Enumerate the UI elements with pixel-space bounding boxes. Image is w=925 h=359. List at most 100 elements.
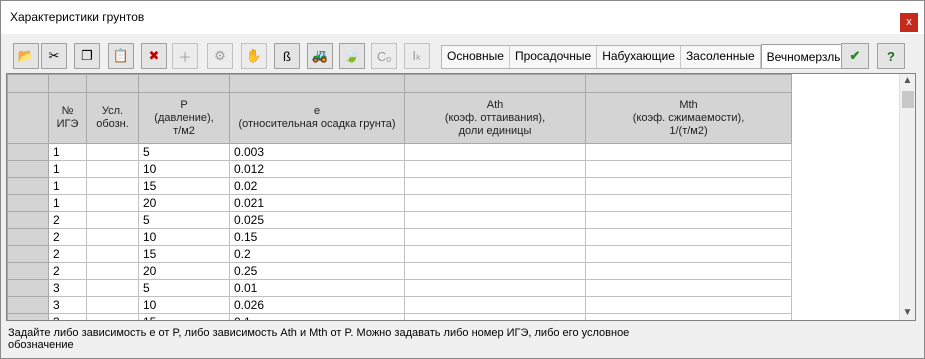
- table-cell[interactable]: 10: [138, 160, 230, 178]
- cut-button[interactable]: ✂: [41, 43, 67, 69]
- table-cell[interactable]: [86, 177, 139, 195]
- table-cell[interactable]: [585, 143, 792, 161]
- table-cell[interactable]: 5: [138, 211, 230, 229]
- table-cell[interactable]: 20: [138, 262, 230, 280]
- ik-button[interactable]: Iₖ: [404, 43, 430, 69]
- table-cell[interactable]: 0.01: [229, 279, 405, 297]
- table-cell[interactable]: 10: [138, 228, 230, 246]
- table-cell[interactable]: 3: [48, 313, 87, 320]
- table-cell[interactable]: [86, 160, 139, 178]
- table-cell[interactable]: [404, 177, 586, 195]
- row-header[interactable]: [7, 143, 49, 161]
- table-cell[interactable]: [86, 313, 139, 320]
- tab-3[interactable]: Набухающие: [597, 46, 681, 68]
- column-header[interactable]: № ИГЭ: [48, 92, 87, 144]
- row-header[interactable]: [7, 262, 49, 280]
- table-cell[interactable]: [404, 296, 586, 314]
- table-cell[interactable]: [404, 262, 586, 280]
- table-cell[interactable]: 3: [48, 279, 87, 297]
- table-cell[interactable]: 2: [48, 245, 87, 263]
- tab-2[interactable]: Просадочные: [510, 46, 598, 68]
- table-cell[interactable]: 1: [48, 194, 87, 212]
- table-cell[interactable]: 1: [48, 177, 87, 195]
- table-cell[interactable]: 15: [138, 245, 230, 263]
- paste-button[interactable]: 📋: [108, 43, 134, 69]
- scroll-down-icon[interactable]: ▼: [900, 306, 915, 320]
- table-cell[interactable]: [404, 194, 586, 212]
- table-cell[interactable]: 5: [138, 279, 230, 297]
- table-cell[interactable]: [585, 228, 792, 246]
- table-cell[interactable]: [86, 262, 139, 280]
- table-cell[interactable]: [86, 211, 139, 229]
- scroll-up-icon[interactable]: ▲: [900, 74, 915, 88]
- table-cell[interactable]: [86, 279, 139, 297]
- row-header[interactable]: [7, 160, 49, 178]
- table-cell[interactable]: 5: [138, 143, 230, 161]
- table-cell[interactable]: [404, 228, 586, 246]
- table-cell[interactable]: [404, 143, 586, 161]
- help-button[interactable]: ?: [877, 43, 905, 69]
- row-header[interactable]: [7, 313, 49, 320]
- table-cell[interactable]: [585, 160, 792, 178]
- table-cell[interactable]: [404, 279, 586, 297]
- table-cell[interactable]: 1: [48, 160, 87, 178]
- table-cell[interactable]: [585, 194, 792, 212]
- table-cell[interactable]: 2: [48, 262, 87, 280]
- table-cell[interactable]: 2: [48, 211, 87, 229]
- open-folder-button[interactable]: 📂: [13, 43, 39, 69]
- table-cell[interactable]: 20: [138, 194, 230, 212]
- column-header[interactable]: P (давление), т/м2: [138, 92, 230, 144]
- data-grid[interactable]: № ИГЭ Усл. обозн. P (давление), т/м2 e (относите…: [6, 73, 916, 321]
- table-cell[interactable]: 15: [138, 313, 230, 320]
- table-cell[interactable]: 15: [138, 177, 230, 195]
- tool-button[interactable]: ✋: [241, 43, 267, 69]
- table-cell[interactable]: 0.026: [229, 296, 405, 314]
- table-cell[interactable]: [86, 228, 139, 246]
- row-header[interactable]: [7, 177, 49, 195]
- ok-button[interactable]: ✔: [841, 43, 869, 69]
- table-cell[interactable]: 3: [48, 296, 87, 314]
- table-cell[interactable]: [86, 296, 139, 314]
- co-button[interactable]: Cₒ: [371, 43, 397, 69]
- table-cell[interactable]: 0.012: [229, 160, 405, 178]
- table-cell[interactable]: [585, 177, 792, 195]
- column-header[interactable]: Ath (коэф. оттаивания), доли единицы: [404, 92, 586, 144]
- table-cell[interactable]: 1: [48, 143, 87, 161]
- table-cell[interactable]: 0.003: [229, 143, 405, 161]
- settings-button[interactable]: ⚙: [207, 43, 233, 69]
- copy-button[interactable]: ❐: [74, 43, 100, 69]
- table-cell[interactable]: [404, 245, 586, 263]
- table-cell[interactable]: 0.15: [229, 228, 405, 246]
- table-cell[interactable]: 0.025: [229, 211, 405, 229]
- table-cell[interactable]: 0.02: [229, 177, 405, 195]
- column-header[interactable]: e (относительная осадка грунта): [229, 92, 405, 144]
- leaf-button[interactable]: 🍃: [339, 43, 365, 69]
- tab-1[interactable]: Основные: [442, 46, 510, 68]
- row-header[interactable]: [7, 211, 49, 229]
- table-cell[interactable]: [585, 262, 792, 280]
- table-cell[interactable]: 0.2: [229, 245, 405, 263]
- row-header[interactable]: [7, 296, 49, 314]
- row-header[interactable]: [7, 245, 49, 263]
- row-header[interactable]: [7, 279, 49, 297]
- tab-4[interactable]: Засоленные: [681, 46, 761, 68]
- coefficients-button[interactable]: ß: [274, 43, 300, 69]
- table-cell[interactable]: [404, 313, 586, 320]
- table-cell[interactable]: 0.021: [229, 194, 405, 212]
- table-cell[interactable]: [404, 211, 586, 229]
- table-cell[interactable]: [585, 211, 792, 229]
- table-cell[interactable]: 10: [138, 296, 230, 314]
- column-header[interactable]: Усл. обозн.: [86, 92, 139, 144]
- row-header[interactable]: [7, 194, 49, 212]
- machine-button[interactable]: 🚜: [307, 43, 333, 69]
- table-cell[interactable]: [585, 313, 792, 320]
- table-cell[interactable]: 0.25: [229, 262, 405, 280]
- add-row-button[interactable]: ＋: [172, 43, 198, 69]
- table-cell[interactable]: 2: [48, 228, 87, 246]
- close-button[interactable]: x: [900, 13, 918, 32]
- column-header[interactable]: Mth (коэф. сжимаемости), 1/(т/м2): [585, 92, 792, 144]
- table-cell[interactable]: [86, 143, 139, 161]
- scroll-thumb[interactable]: [902, 91, 914, 108]
- delete-button[interactable]: ✖: [141, 43, 167, 69]
- table-cell[interactable]: [86, 245, 139, 263]
